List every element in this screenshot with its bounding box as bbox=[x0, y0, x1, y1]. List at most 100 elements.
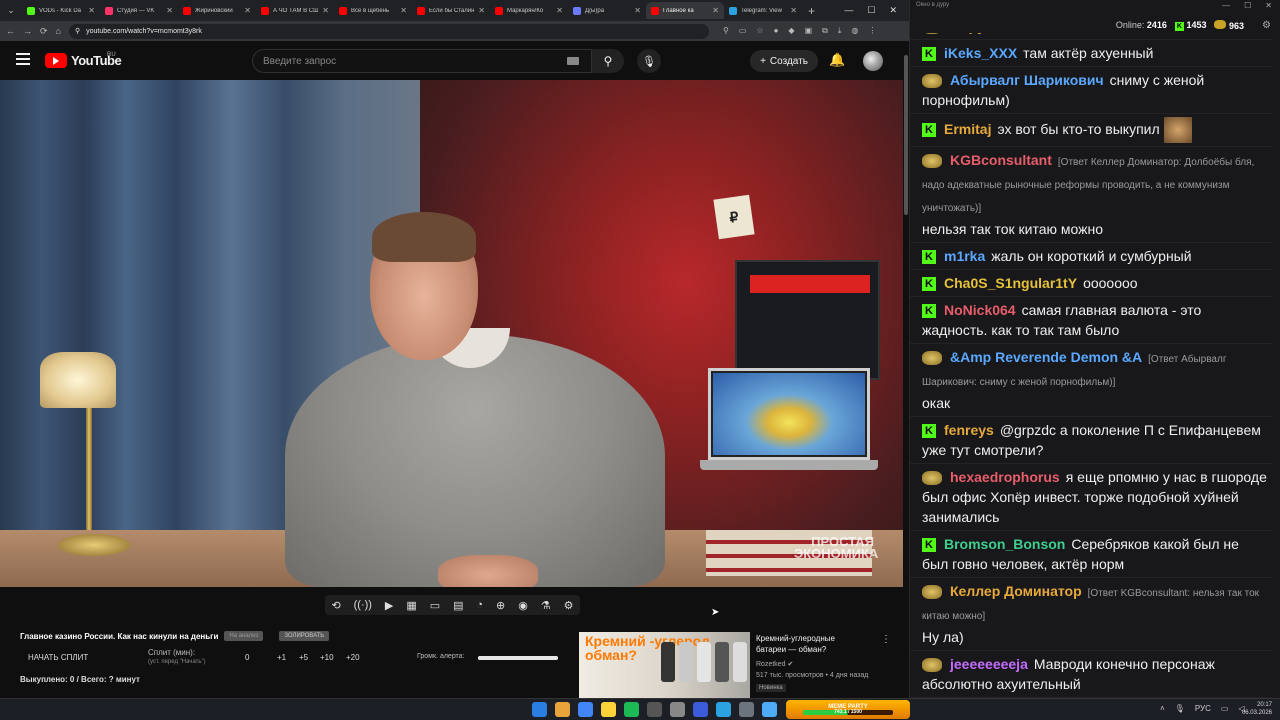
tab-close-icon[interactable]: ✕ bbox=[712, 6, 719, 15]
alert-volume-slider[interactable] bbox=[478, 656, 558, 660]
forward-icon[interactable]: → bbox=[23, 26, 32, 36]
extension-icon[interactable]: ▣ bbox=[805, 26, 813, 36]
menu-hamburger-icon[interactable] bbox=[16, 53, 30, 65]
url-field[interactable]: ⚲ youtube.com/watch?v=mcmomt3y8rk bbox=[68, 23, 709, 39]
chat-username[interactable]: Келлер Доминатор bbox=[950, 583, 1082, 599]
search-input[interactable]: Введите запрос bbox=[252, 49, 592, 73]
site-info-icon[interactable]: ⚲ bbox=[75, 27, 80, 35]
tool-icon[interactable]: ▦ bbox=[406, 599, 416, 612]
taskbar-app-icon[interactable] bbox=[762, 702, 777, 717]
taskbar-app-icon[interactable] bbox=[647, 702, 662, 717]
maximize-icon[interactable]: ☐ bbox=[1244, 1, 1251, 10]
taskbar-app-icon[interactable] bbox=[624, 702, 639, 717]
tab-close-icon[interactable]: ✕ bbox=[556, 6, 563, 15]
analysis-tag-button[interactable]: На анализ bbox=[224, 631, 264, 641]
close-icon[interactable]: ✕ bbox=[1265, 1, 1272, 10]
create-button[interactable]: + Создать bbox=[750, 50, 818, 72]
taskbar-app-icon[interactable] bbox=[739, 702, 754, 717]
isolate-tag-button[interactable]: ЗОЛИРОВАТЬ bbox=[279, 631, 330, 641]
tab[interactable]: Маркарян/Ко ✕ bbox=[490, 2, 568, 19]
home-icon[interactable]: ⌂ bbox=[56, 26, 61, 36]
tool-icon[interactable]: ⚗ bbox=[541, 599, 551, 612]
tray-chevron-icon[interactable]: ˄ bbox=[1160, 704, 1165, 713]
taskbar-app-icon[interactable] bbox=[670, 702, 685, 717]
tab[interactable]: Главное ка ✕ bbox=[646, 2, 724, 19]
tab[interactable]: Д(ы)ра ✕ bbox=[568, 2, 646, 19]
chat-username[interactable]: KGBconsultant bbox=[950, 152, 1052, 168]
minimize-icon[interactable]: — bbox=[1222, 1, 1230, 10]
gear-icon[interactable]: ⚙ bbox=[1262, 20, 1271, 31]
minimize-icon[interactable]: — bbox=[844, 5, 853, 16]
tab[interactable]: VODs - Kick Da ✕ bbox=[22, 2, 100, 19]
tool-icon[interactable]: ⚙ bbox=[564, 599, 574, 612]
split-plus-10-button[interactable]: +10 bbox=[320, 653, 334, 662]
download-icon[interactable]: ⤓ bbox=[838, 26, 842, 36]
start-split-button[interactable]: НАЧАТЬ СПЛИТ bbox=[28, 653, 88, 662]
back-icon[interactable]: ← bbox=[6, 26, 15, 36]
tab-close-icon[interactable]: ✕ bbox=[88, 6, 95, 15]
tab-close-icon[interactable]: ✕ bbox=[634, 6, 641, 15]
taskbar-app-icon[interactable] bbox=[601, 702, 616, 717]
mic-icon[interactable]: 🎙 bbox=[1175, 704, 1185, 713]
chat-username[interactable]: NoNick064 bbox=[944, 302, 1016, 318]
video-player[interactable]: ₽ ПРОСТАЯ ЭКОНОМИКА bbox=[0, 80, 904, 587]
tab-close-icon[interactable]: ✕ bbox=[790, 6, 797, 15]
tab[interactable]: Telegram: View ✕ bbox=[724, 2, 802, 19]
split-value[interactable]: 0 bbox=[245, 653, 249, 662]
chat-username[interactable]: Абырвалг Шарикович bbox=[950, 72, 1104, 88]
taskbar-app-icon[interactable] bbox=[532, 702, 547, 717]
tool-icon[interactable]: ⟲ bbox=[331, 599, 340, 612]
chat-username[interactable]: jeeeeeeeeja bbox=[950, 656, 1028, 672]
tab[interactable]: Если бы Сталин ✕ bbox=[412, 2, 490, 19]
chat-username[interactable]: m1rka bbox=[944, 248, 985, 264]
chat-username[interactable]: Cha0S_S1ngular1tY bbox=[944, 275, 1077, 291]
tool-icon[interactable]: ▤ bbox=[453, 599, 463, 612]
voice-search-button[interactable]: 🎙 bbox=[637, 49, 661, 73]
new-tab-button[interactable]: + bbox=[808, 4, 815, 18]
chat-messages[interactable]: CopyPaste ген П имба KiKeks_XXX там актёр а… bbox=[910, 33, 1273, 698]
taskbar-app-icon[interactable] bbox=[716, 702, 731, 717]
language-indicator[interactable]: РУС bbox=[1195, 704, 1211, 713]
recommended-title[interactable]: Кремний-углеродные батареи — обман? bbox=[756, 633, 866, 655]
tab-search-icon[interactable]: ⌄ bbox=[4, 4, 18, 18]
reload-icon[interactable]: ⟳ bbox=[40, 26, 48, 37]
tab[interactable]: Студия — VK ✕ bbox=[100, 2, 178, 19]
tab-close-icon[interactable]: ✕ bbox=[478, 6, 485, 15]
chat-username[interactable]: Ermitaj bbox=[944, 121, 991, 137]
keyboard-icon[interactable] bbox=[567, 57, 579, 65]
network-icon[interactable]: ▭ bbox=[1221, 704, 1229, 713]
split-plus-5-button[interactable]: +5 bbox=[299, 653, 308, 662]
menu-icon[interactable]: ⋮ bbox=[868, 26, 876, 36]
tab-close-icon[interactable]: ✕ bbox=[322, 6, 329, 15]
chat-username[interactable]: hexaedrophorus bbox=[950, 469, 1060, 485]
cast-icon[interactable]: ▭ bbox=[739, 26, 747, 36]
more-options-icon[interactable]: ⋮ bbox=[881, 634, 891, 645]
chat-username[interactable]: fenreys bbox=[944, 422, 994, 438]
recommended-thumbnail[interactable]: Кремний -углерод обман? bbox=[579, 632, 750, 698]
zoom-icon[interactable]: ⚲ bbox=[723, 26, 729, 36]
taskbar-app-icon[interactable] bbox=[555, 702, 570, 717]
clock[interactable]: 20:17 06.03.2026 bbox=[1236, 701, 1272, 717]
tab-close-icon[interactable]: ✕ bbox=[400, 6, 407, 15]
tab-close-icon[interactable]: ✕ bbox=[244, 6, 251, 15]
scrollbar-thumb[interactable] bbox=[904, 55, 908, 215]
tool-icon[interactable]: ▭ bbox=[430, 599, 440, 612]
close-icon[interactable]: ✕ bbox=[889, 5, 897, 16]
chat-username[interactable]: Bromson_Bonson bbox=[944, 536, 1065, 552]
bookmark-icon[interactable]: ☆ bbox=[756, 26, 763, 36]
recommended-channel[interactable]: Rozetked ✔ bbox=[756, 660, 793, 668]
tab[interactable]: Все в щебень ✕ bbox=[334, 2, 412, 19]
tool-icon[interactable]: ((·)) bbox=[354, 599, 372, 611]
tool-icon[interactable]: ◉ bbox=[518, 599, 528, 612]
tool-icon[interactable]: ⊕ bbox=[496, 599, 505, 612]
tab[interactable]: А ЧО ТАМ В СШ ✕ bbox=[256, 2, 334, 19]
maximize-icon[interactable]: ☐ bbox=[867, 5, 875, 16]
avatar[interactable] bbox=[863, 51, 883, 71]
taskbar-app-icon[interactable] bbox=[693, 702, 708, 717]
notifications-bell-icon[interactable]: 🔔 bbox=[829, 52, 845, 68]
chat-username[interactable]: &Amp Reverende Demon &A bbox=[950, 349, 1142, 365]
split-plus-20-button[interactable]: +20 bbox=[346, 653, 360, 662]
extensions-icon[interactable]: ⧉ bbox=[822, 26, 828, 36]
profile-icon[interactable]: ◍ bbox=[851, 26, 858, 36]
tool-icon[interactable]: ▶ bbox=[385, 599, 393, 612]
